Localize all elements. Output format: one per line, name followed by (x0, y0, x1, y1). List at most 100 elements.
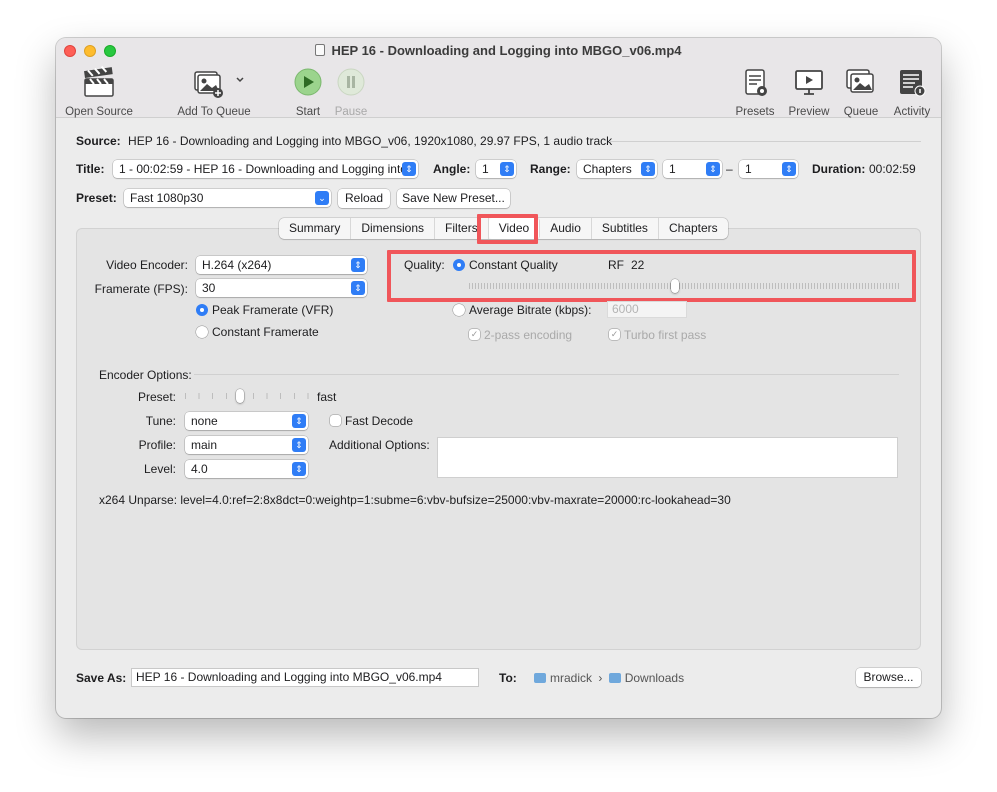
constant-framerate-radio[interactable] (196, 326, 208, 338)
framerate-select[interactable]: 30 ⇕ (196, 279, 367, 297)
save-new-preset-button[interactable]: Save New Preset... (397, 189, 510, 208)
pause-button[interactable]: Pause (331, 66, 371, 118)
profile-select[interactable]: main ⇕ (185, 436, 308, 454)
add-to-queue-label: Add To Queue (177, 106, 251, 118)
chevron-updown-icon: ⇕ (402, 162, 416, 176)
two-pass-checkbox[interactable]: ✓ (469, 329, 480, 340)
path-user: mradick (550, 671, 593, 685)
chevron-updown-icon: ⇕ (706, 162, 720, 176)
chevron-updown-icon: ⇕ (351, 281, 365, 295)
source-divider (609, 141, 921, 142)
quality-highlight (387, 250, 916, 302)
chevron-updown-icon: ⇕ (292, 462, 306, 476)
save-as-input[interactable]: HEP 16 - Downloading and Logging into MB… (131, 668, 479, 687)
range-end-value: 1 (745, 162, 752, 176)
tune-value: none (191, 414, 218, 428)
open-source-button[interactable]: Open Source (65, 66, 133, 118)
video-tab-highlight (477, 214, 538, 244)
video-encoder-select[interactable]: H.264 (x264) ⇕ (196, 256, 367, 274)
level-value: 4.0 (191, 462, 208, 476)
destination-path[interactable]: mradick › Downloads (534, 671, 684, 685)
window-title: HEP 16 - Downloading and Logging into MB… (56, 43, 941, 58)
preset-select-value: Fast 1080p30 (130, 191, 204, 205)
pause-icon (337, 68, 365, 96)
video-encoder-value: H.264 (x264) (202, 258, 272, 272)
level-select[interactable]: 4.0 ⇕ (185, 460, 308, 478)
chevron-updown-icon: ⇕ (292, 414, 306, 428)
activity-button[interactable]: Activity (890, 66, 934, 118)
queue-label: Queue (843, 106, 879, 118)
folder-icon (608, 673, 621, 683)
additional-options-textarea[interactable] (437, 437, 898, 478)
encoder-preset-value: fast (317, 390, 337, 404)
document-icon (315, 44, 326, 56)
title-select[interactable]: 1 - 00:02:59 - HEP 16 - Downloading and … (113, 160, 418, 178)
average-bitrate-input[interactable]: 6000 (607, 301, 687, 318)
start-button[interactable]: Start (288, 66, 328, 118)
encoder-preset-slider-knob[interactable] (235, 389, 244, 403)
turbo-first-pass-label: Turbo first pass (624, 328, 707, 342)
framerate-value: 30 (202, 281, 216, 295)
level-label: Level: (143, 462, 176, 476)
preset-select[interactable]: Fast 1080p30 ⌄ (124, 189, 331, 207)
tune-select[interactable]: none ⇕ (185, 412, 308, 430)
encoder-preset-label: Preset: (137, 390, 176, 404)
two-pass-label: 2-pass encoding (484, 328, 573, 342)
chevron-updown-icon: ⇕ (292, 438, 306, 452)
average-bitrate-label: Average Bitrate (kbps): (469, 303, 592, 317)
peak-framerate-radio[interactable] (196, 304, 208, 316)
titlebar: HEP 16 - Downloading and Logging into MB… (56, 38, 941, 118)
tab-subtitles[interactable]: Subtitles (592, 218, 659, 239)
x264-unparse-text: x264 Unparse: level=4.0:ref=2:8x8dct=0:w… (99, 493, 731, 507)
range-start-select[interactable]: 1 ⇕ (663, 160, 722, 178)
presets-button[interactable]: Presets (733, 66, 777, 118)
path-separator: › (598, 671, 603, 685)
angle-label: Angle: (433, 162, 471, 176)
average-bitrate-radio[interactable] (453, 304, 465, 316)
preview-button[interactable]: Preview (787, 66, 831, 118)
presets-label: Presets (735, 106, 775, 118)
activity-log-icon (900, 70, 926, 97)
range-start-value: 1 (669, 162, 676, 176)
chevron-updown-icon: ⇕ (641, 162, 655, 176)
profile-label: Profile: (138, 438, 176, 452)
constant-framerate-label: Constant Framerate (212, 325, 319, 339)
activity-label: Activity (893, 106, 931, 118)
encoder-preset-slider-track[interactable] (185, 393, 309, 399)
duration-label: Duration: (812, 162, 866, 176)
range-select-value: Chapters (583, 162, 632, 176)
open-source-label: Open Source (65, 106, 133, 118)
pause-label: Pause (334, 106, 368, 118)
title-select-value: 1 - 00:02:59 - HEP 16 - Downloading and … (119, 162, 407, 176)
fast-decode-checkbox[interactable] (330, 415, 341, 426)
range-end-select[interactable]: 1 ⇕ (739, 160, 798, 178)
clapperboard-icon (84, 66, 114, 97)
turbo-first-pass-checkbox[interactable]: ✓ (609, 329, 620, 340)
range-select[interactable]: Chapters ⇕ (577, 160, 657, 178)
save-as-label: Save As: (76, 671, 127, 685)
source-row: Source: HEP 16 - Downloading and Logging… (76, 134, 612, 148)
add-to-queue-button[interactable]: Add To Queue (174, 66, 254, 118)
tab-chapters[interactable]: Chapters (659, 218, 728, 239)
peak-framerate-label: Peak Framerate (VFR) (212, 303, 334, 317)
title-label: Title: (76, 162, 105, 176)
tab-dimensions[interactable]: Dimensions (351, 218, 436, 239)
tab-summary[interactable]: Summary (279, 218, 352, 239)
browse-button[interactable]: Browse... (856, 668, 921, 687)
chevron-updown-icon: ⇕ (782, 162, 796, 176)
tab-audio[interactable]: Audio (540, 218, 592, 239)
reload-button[interactable]: Reload (338, 189, 390, 208)
chevron-down-icon: ⌄ (315, 191, 329, 205)
start-label: Start (295, 106, 321, 118)
additional-options-label: Additional Options: (329, 438, 430, 452)
preview-monitor-icon (795, 70, 823, 95)
folder-icon (534, 673, 546, 683)
angle-select[interactable]: 1 ⇕ (476, 160, 516, 178)
source-value: HEP 16 - Downloading and Logging into MB… (128, 134, 613, 148)
video-encoder-label: Video Encoder: (106, 258, 188, 272)
angle-select-value: 1 (482, 162, 489, 176)
fast-decode-label: Fast Decode (345, 414, 414, 428)
range-separator: – (726, 162, 733, 176)
queue-button[interactable]: Queue (840, 66, 882, 118)
encoder-options-divider (194, 374, 899, 375)
